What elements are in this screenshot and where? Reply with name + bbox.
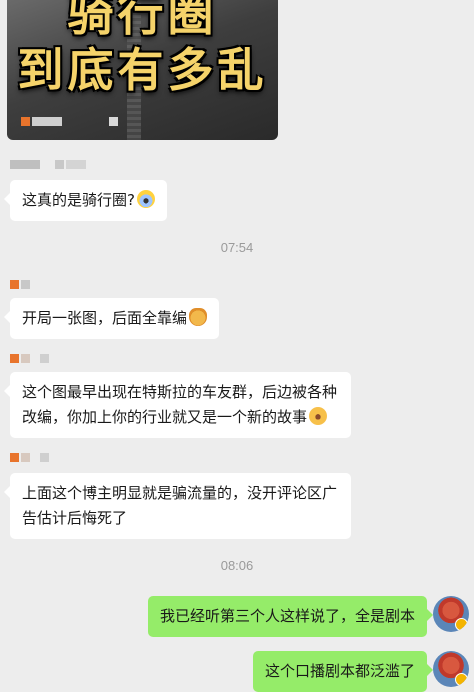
- shared-video-card[interactable]: 骑行圈 到底有多乱: [7, 0, 278, 140]
- message-text: 我已经听第三个人这样说了，全是剧本: [159, 607, 415, 625]
- message-text: 这个图最早出现在特斯拉的车友群，后边被各种改编，你加上你的行业就又是一个新的故事: [22, 383, 338, 426]
- message-text: 开局一张图，后面全靠编: [22, 309, 188, 327]
- video-meta-pixelated: [21, 117, 120, 136]
- message-text: 这个口播剧本都泛滥了: [264, 662, 415, 680]
- sender-nickname-pixelated: [10, 280, 32, 299]
- sender-nickname-pixelated: [10, 354, 51, 373]
- scream-face-icon: [136, 190, 155, 208]
- message-bubble-right[interactable]: 我已经听第三个人这样说了，全是剧本: [147, 596, 434, 637]
- message-timestamp: 07:54: [220, 240, 254, 255]
- message-bubble-left[interactable]: 开局一张图，后面全靠编: [3, 298, 220, 339]
- avatar-badge-icon: [455, 618, 468, 631]
- message-bubble-left[interactable]: 这个图最早出现在特斯拉的车友群，后边被各种改编，你加上你的行业就又是一个新的故事: [4, 372, 351, 438]
- cat-face-icon: [189, 308, 208, 326]
- message-timestamp: 08:06: [220, 558, 254, 573]
- hot-face-icon: [309, 407, 328, 425]
- message-bubble-right[interactable]: 这个口播剧本都泛滥了: [252, 651, 434, 692]
- sender-nickname-pixelated: [10, 160, 88, 179]
- self-avatar[interactable]: [433, 651, 469, 687]
- message-bubble-left[interactable]: 这真的是骑行圈?: [4, 180, 167, 221]
- message-bubble-left[interactable]: 上面这个博主明显就是骗流量的，没开评论区广告估计后悔死了: [4, 473, 351, 539]
- avatar-badge-icon: [455, 673, 468, 686]
- self-avatar[interactable]: [433, 596, 469, 632]
- video-title-line2: 到底有多乱: [17, 43, 268, 97]
- message-text: 这真的是骑行圈?: [22, 191, 135, 209]
- sender-nickname-pixelated: [10, 453, 51, 472]
- message-text: 上面这个博主明显就是骗流量的，没开评论区广告估计后悔死了: [22, 484, 338, 527]
